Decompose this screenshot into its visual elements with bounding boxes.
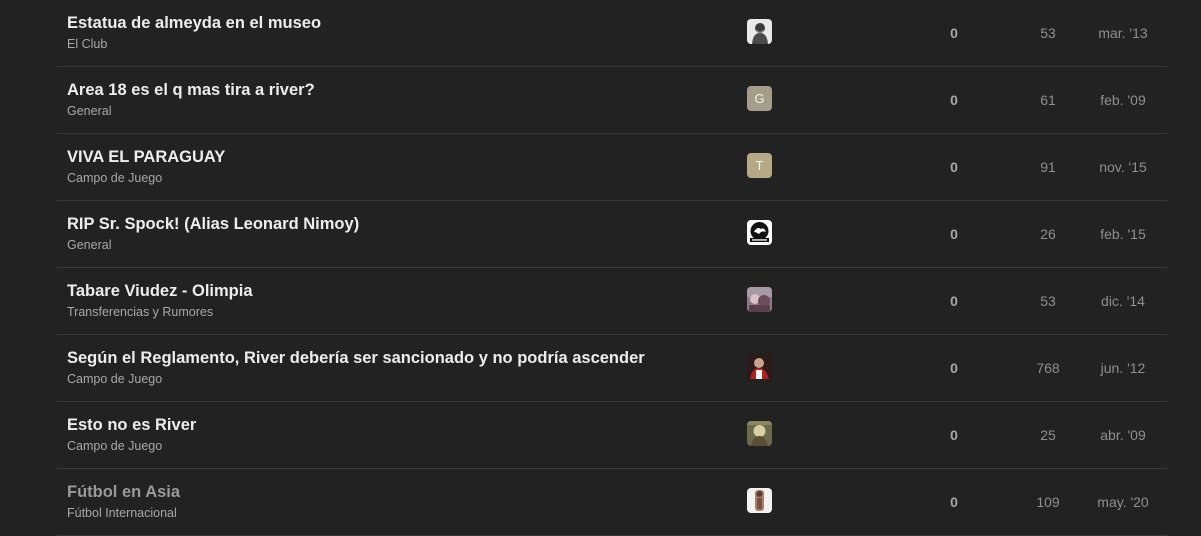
topic-row: Tabare Viudez - Olimpia Transferencias y… — [57, 268, 1167, 335]
topic-row: Estatua de almeyda en el museo El Club 0… — [57, 0, 1167, 67]
topic-title-link[interactable]: Estatua de almeyda en el museo — [67, 14, 321, 33]
topic-title-link[interactable]: Tabare Viudez - Olimpia — [67, 282, 253, 301]
poster-avatar[interactable] — [747, 220, 772, 245]
topic-category-link[interactable]: Campo de Juego — [67, 171, 162, 185]
activity-date[interactable]: may. '20 — [1087, 494, 1159, 510]
activity-date[interactable]: feb. '15 — [1087, 226, 1159, 242]
topic-row: Esto no es River Campo de Juego 0 25 abr… — [57, 402, 1167, 469]
user-avatar-icon — [747, 220, 772, 245]
views-count: 26 — [1040, 226, 1056, 242]
topic-category-link[interactable]: Transferencias y Rumores — [67, 305, 213, 319]
topic-category-link[interactable]: Campo de Juego — [67, 439, 162, 453]
topic-category-link[interactable]: General — [67, 104, 111, 118]
poster-avatar[interactable] — [747, 488, 772, 513]
topic-title-link[interactable]: RIP Sr. Spock! (Alias Leonard Nimoy) — [67, 215, 359, 234]
views-count: 61 — [1040, 92, 1056, 108]
user-avatar-icon — [747, 287, 772, 312]
topic-title-link[interactable]: Fútbol en Asia — [67, 483, 180, 502]
avatar-letter: T — [755, 158, 764, 173]
user-avatar-icon — [747, 488, 772, 513]
replies-count: 0 — [950, 494, 958, 510]
views-count: 768 — [1036, 360, 1060, 376]
activity-date[interactable]: dic. '14 — [1087, 293, 1159, 309]
topic-title-link[interactable]: Esto no es River — [67, 416, 196, 435]
topic-row: Fútbol en Asia Fútbol Internacional 0 10… — [57, 469, 1167, 536]
replies-count: 0 — [950, 427, 958, 443]
poster-avatar[interactable]: G — [747, 86, 772, 111]
user-avatar-icon — [747, 354, 772, 379]
replies-count: 0 — [950, 92, 958, 108]
topic-title-link[interactable]: Area 18 es el q mas tira a river? — [67, 81, 315, 100]
poster-avatar[interactable] — [747, 354, 772, 379]
views-count: 53 — [1040, 25, 1056, 41]
activity-date[interactable]: abr. '09 — [1087, 427, 1159, 443]
topic-row: VIVA EL PARAGUAY Campo de Juego T 0 91 n… — [57, 134, 1167, 201]
topic-category-link[interactable]: Campo de Juego — [67, 372, 162, 386]
views-count: 53 — [1040, 293, 1056, 309]
views-count: 109 — [1036, 494, 1060, 510]
activity-date[interactable]: mar. '13 — [1087, 25, 1159, 41]
poster-avatar[interactable] — [747, 287, 772, 312]
avatar-letter: G — [754, 91, 765, 106]
topic-category-link[interactable]: El Club — [67, 37, 107, 51]
replies-count: 0 — [950, 360, 958, 376]
activity-date[interactable]: jun. '12 — [1087, 360, 1159, 376]
user-avatar-icon — [747, 421, 772, 446]
views-count: 91 — [1040, 159, 1056, 175]
poster-avatar[interactable]: T — [747, 153, 772, 178]
topic-title-link[interactable]: Según el Reglamento, River debería ser s… — [67, 349, 645, 368]
topic-category-link[interactable]: Fútbol Internacional — [67, 506, 177, 520]
replies-count: 0 — [950, 293, 958, 309]
topic-row: RIP Sr. Spock! (Alias Leonard Nimoy) Gen… — [57, 201, 1167, 268]
poster-avatar[interactable] — [747, 421, 772, 446]
topic-category-link[interactable]: General — [67, 238, 111, 252]
replies-count: 0 — [950, 159, 958, 175]
activity-date[interactable]: nov. '15 — [1087, 159, 1159, 175]
poster-avatar[interactable] — [747, 19, 772, 44]
replies-count: 0 — [950, 226, 958, 242]
user-avatar-icon — [747, 19, 772, 44]
topic-row: Area 18 es el q mas tira a river? Genera… — [57, 67, 1167, 134]
replies-count: 0 — [950, 25, 958, 41]
topic-title-link[interactable]: VIVA EL PARAGUAY — [67, 148, 225, 167]
topic-list: Estatua de almeyda en el museo El Club 0… — [57, 0, 1167, 536]
topic-row: Según el Reglamento, River debería ser s… — [57, 335, 1167, 402]
activity-date[interactable]: feb. '09 — [1087, 92, 1159, 108]
views-count: 25 — [1040, 427, 1056, 443]
